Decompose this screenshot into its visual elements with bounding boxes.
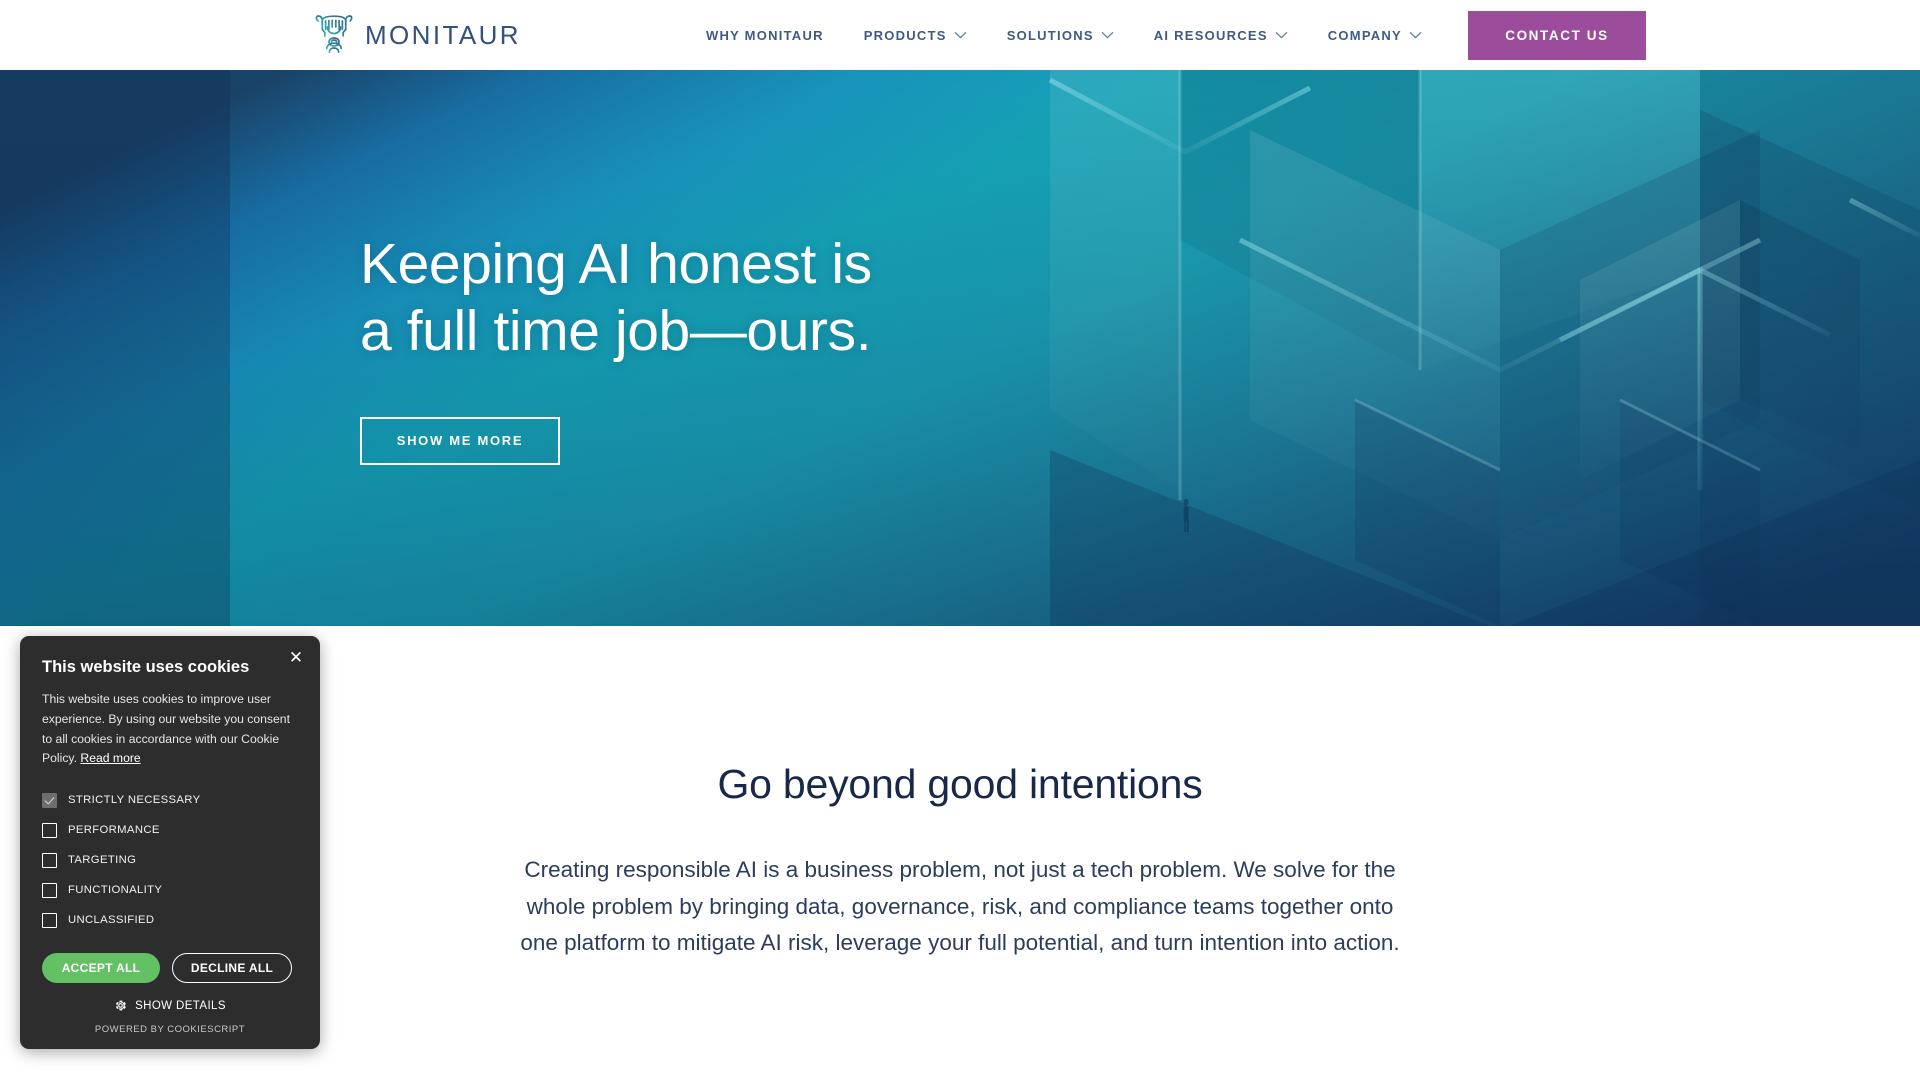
chevron-down-icon [1409, 31, 1422, 39]
nav-label: AI RESOURCES [1153, 27, 1268, 43]
contact-us-button[interactable]: CONTACT US [1467, 10, 1646, 60]
show-details-label: SHOW DETAILS [135, 999, 226, 1012]
cookie-option-label: TARGETING [68, 854, 137, 867]
hero-section: Keeping AI honest is a full time job—our… [0, 70, 1920, 626]
hero-content: Keeping AI honest is a full time job—our… [0, 70, 1920, 626]
section-body: Creating responsible AI is a business pr… [520, 857, 1400, 956]
hero-title-line-1: Keeping AI honest is [360, 232, 872, 297]
cookie-action-buttons: ACCEPT ALL DECLINE ALL [42, 953, 298, 984]
checkbox-icon[interactable] [42, 882, 57, 898]
accept-all-button[interactable]: ACCEPT ALL [42, 953, 160, 984]
chevron-down-icon [954, 31, 967, 39]
cookie-banner-description: This website uses cookies to improve use… [42, 690, 298, 769]
nav-item-solutions[interactable]: SOLUTIONS [1007, 28, 1114, 43]
cookie-banner-title: This website uses cookies [42, 658, 250, 676]
show-details-button[interactable]: SHOW DETAILS [42, 999, 298, 1012]
cookie-option-label: UNCLASSIFIED [68, 914, 155, 927]
main-navigation: WHY MONITAUR PRODUCTS SOLUTIONS AI RESOU… [706, 28, 1422, 43]
bull-head-logo-icon [315, 15, 353, 54]
nav-label: SOLUTIONS [1006, 27, 1094, 43]
nav-label: PRODUCTS [863, 27, 947, 43]
cookie-option-label: PERFORMANCE [68, 824, 160, 837]
cookie-consent-banner: ✕ This website uses cookies This website… [20, 636, 320, 1050]
nav-item-company[interactable]: COMPANY [1328, 28, 1422, 43]
chevron-down-icon [1101, 31, 1114, 39]
chevron-down-icon [1275, 31, 1288, 39]
hero-title: Keeping AI honest is a full time job—our… [360, 231, 1920, 364]
nav-item-products[interactable]: PRODUCTS [864, 28, 967, 43]
hero-title-line-2: a full time job—ours. [360, 299, 872, 363]
cookie-option-functionality[interactable]: FUNCTIONALITY [42, 875, 298, 905]
cookie-option-strictly-necessary[interactable]: STRICTLY NECESSARY [42, 785, 298, 815]
checkbox-icon[interactable] [42, 852, 57, 868]
logo-text: MONITAUR [365, 19, 521, 50]
cookie-option-targeting[interactable]: TARGETING [42, 845, 298, 875]
nav-label: WHY MONITAUR [705, 27, 824, 43]
site-header: MONITAUR WHY MONITAUR PRODUCTS SOLUTIONS… [0, 0, 1920, 70]
decline-all-button[interactable]: DECLINE ALL [172, 953, 292, 984]
checkbox-icon[interactable] [42, 822, 57, 838]
read-more-link[interactable]: Read more [80, 751, 140, 765]
logo[interactable]: MONITAUR [313, 12, 521, 58]
nav-label: COMPANY [1327, 27, 1402, 43]
nav-item-why-monitaur[interactable]: WHY MONITAUR [706, 28, 824, 43]
show-me-more-button[interactable]: SHOW ME MORE [360, 416, 560, 465]
nav-item-ai-resources[interactable]: AI RESOURCES [1154, 28, 1288, 43]
cookie-option-label: FUNCTIONALITY [68, 884, 163, 897]
cookie-option-label: STRICTLY NECESSARY [68, 794, 201, 807]
cookie-category-list: STRICTLY NECESSARY PERFORMANCE TARGETING… [42, 785, 298, 935]
powered-by-cookiescript[interactable]: POWERED BY COOKIESCRIPT [42, 1024, 298, 1035]
checkbox-icon[interactable] [42, 912, 57, 928]
cookie-option-performance[interactable]: PERFORMANCE [42, 815, 298, 845]
gear-icon [116, 1000, 126, 1011]
close-icon[interactable]: ✕ [286, 647, 306, 667]
checkbox-checked-icon[interactable] [42, 792, 57, 808]
cookie-option-unclassified[interactable]: UNCLASSIFIED [42, 905, 298, 935]
